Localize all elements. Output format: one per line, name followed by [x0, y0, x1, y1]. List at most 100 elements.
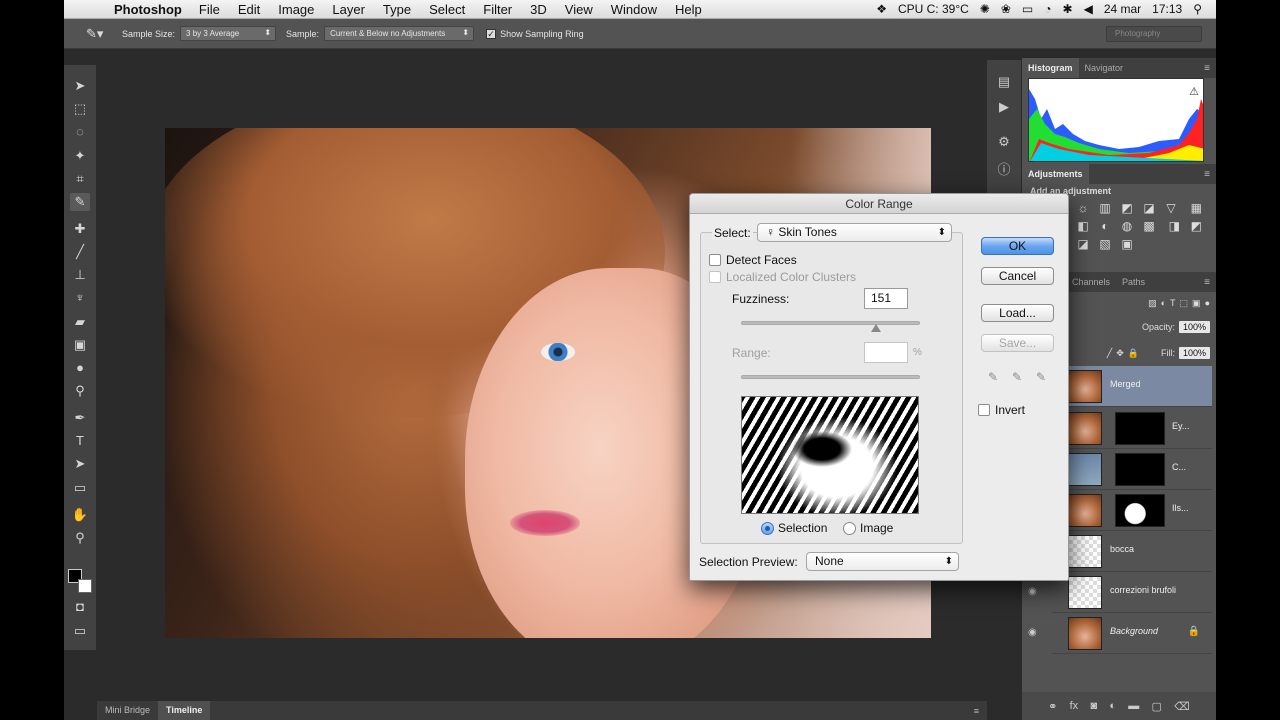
- gradient-tool-icon[interactable]: ▣: [70, 336, 90, 354]
- eyedropper-minus-icon[interactable]: ✎: [1036, 370, 1046, 384]
- menu-file[interactable]: File: [199, 2, 220, 17]
- volume-icon[interactable]: ◀: [1084, 2, 1093, 16]
- localized-clusters-checkbox[interactable]: Localized Color Clusters: [709, 270, 856, 284]
- date-label[interactable]: 24 mar: [1104, 2, 1141, 16]
- shape-tool-icon[interactable]: ▭: [70, 479, 90, 497]
- bw-icon[interactable]: ◐: [1094, 219, 1116, 237]
- photo-filter-icon[interactable]: ◍: [1116, 219, 1138, 237]
- bluetooth-icon[interactable]: ✱: [1063, 2, 1073, 16]
- type-tool-icon[interactable]: T: [70, 432, 90, 450]
- fuzziness-slider-thumb[interactable]: [871, 324, 881, 332]
- fuzziness-slider[interactable]: [741, 321, 920, 325]
- move-tool-icon[interactable]: ➤: [70, 77, 90, 95]
- adjustment-layer-icon[interactable]: ◐: [1109, 700, 1116, 712]
- stamp-tool-icon[interactable]: ⊥: [70, 266, 90, 284]
- menu-select[interactable]: Select: [429, 2, 465, 17]
- properties-icon[interactable]: ⚙: [996, 134, 1012, 150]
- dropbox-icon[interactable]: ❖: [876, 2, 887, 16]
- menu-help[interactable]: Help: [675, 2, 702, 17]
- show-sampling-ring-checkbox[interactable]: ✓ Show Sampling Ring: [486, 28, 584, 39]
- invert-icon[interactable]: ◨: [1163, 219, 1185, 237]
- hand-tool-icon[interactable]: ✋: [70, 506, 90, 524]
- display-icon[interactable]: ▭: [1022, 2, 1033, 16]
- layer-row[interactable]: Merged: [1052, 366, 1212, 407]
- range-slider[interactable]: [741, 375, 920, 379]
- fx-icon[interactable]: fx: [1070, 700, 1079, 712]
- vibrance-icon[interactable]: ▽: [1160, 201, 1182, 219]
- menu-layer[interactable]: Layer: [332, 2, 365, 17]
- layer-row[interactable]: Ils...: [1052, 490, 1212, 531]
- gradient-map-icon[interactable]: ▧: [1094, 237, 1116, 255]
- tab-histogram[interactable]: Histogram: [1022, 58, 1079, 78]
- layer-row[interactable]: ◉ Background 🔒: [1028, 613, 1212, 654]
- save-button[interactable]: Save...: [981, 334, 1054, 352]
- menu-type[interactable]: Type: [383, 2, 411, 17]
- channel-mixer-icon[interactable]: ▩: [1138, 219, 1160, 237]
- threshold-icon[interactable]: ◪: [1072, 237, 1094, 255]
- menu-3d[interactable]: 3D: [530, 2, 547, 17]
- workspace-select[interactable]: Photography: [1106, 25, 1202, 42]
- new-layer-icon[interactable]: ▢: [1152, 700, 1162, 713]
- lasso-tool-icon[interactable]: ◌: [70, 123, 90, 141]
- panel-menu-icon[interactable]: ≡: [1204, 277, 1210, 288]
- layer-row[interactable]: Ey...: [1052, 408, 1212, 449]
- visibility-eye-icon[interactable]: ◉: [1028, 627, 1037, 638]
- range-input[interactable]: [864, 342, 908, 363]
- hue-icon[interactable]: ▦: [1185, 201, 1207, 219]
- filter-toggle-icon[interactable]: ●: [1205, 298, 1210, 308]
- tab-adjustments[interactable]: Adjustments: [1022, 164, 1089, 184]
- trash-icon[interactable]: ⌫: [1174, 700, 1190, 713]
- marquee-tool-icon[interactable]: ⬚: [70, 100, 90, 118]
- eyedropper-tool-icon[interactable]: ✎: [70, 193, 90, 211]
- background-color-swatch[interactable]: [78, 579, 92, 593]
- menu-view[interactable]: View: [565, 2, 593, 17]
- color-balance-icon[interactable]: ◧: [1072, 219, 1094, 237]
- visibility-eye-icon[interactable]: ◉: [1028, 586, 1037, 597]
- curves-icon[interactable]: ◩: [1116, 201, 1138, 219]
- path-select-icon[interactable]: ➤: [70, 455, 90, 473]
- menu-image[interactable]: Image: [278, 2, 314, 17]
- filter-pixel-icon[interactable]: ▨: [1148, 298, 1157, 309]
- eraser-tool-icon[interactable]: ▰: [70, 313, 90, 331]
- dodge-tool-icon[interactable]: ⚲: [70, 382, 90, 400]
- quick-mask-icon[interactable]: ◘: [70, 598, 90, 616]
- filter-adjust-icon[interactable]: ◐: [1161, 298, 1166, 308]
- add-mask-icon[interactable]: ◙: [1090, 700, 1097, 712]
- flash-icon[interactable]: ✺: [980, 2, 990, 16]
- zoom-tool-icon[interactable]: ⚲: [70, 529, 90, 547]
- info-icon[interactable]: ⓘ: [996, 162, 1012, 178]
- detect-faces-checkbox[interactable]: Detect Faces: [709, 253, 797, 267]
- selective-color-icon[interactable]: ▣: [1116, 237, 1138, 255]
- panel-menu-icon[interactable]: ≡: [974, 706, 979, 716]
- link-icon[interactable]: ⚭: [1048, 700, 1057, 713]
- pen-tool-icon[interactable]: ✒: [70, 409, 90, 427]
- tab-mini-bridge[interactable]: Mini Bridge: [97, 701, 158, 720]
- select-dropdown[interactable]: ♀ Skin Tones ⬍: [757, 223, 952, 242]
- selection-preview-dropdown[interactable]: None ⬍: [806, 552, 959, 571]
- fuzziness-input[interactable]: 151: [864, 288, 908, 309]
- exposure-icon[interactable]: ◪: [1138, 201, 1160, 219]
- panel-menu-icon[interactable]: ≡: [1204, 169, 1210, 180]
- load-button[interactable]: Load...: [981, 304, 1054, 322]
- layer-row[interactable]: ◉ correzioni brufoli: [1028, 572, 1212, 613]
- panel-menu-icon[interactable]: ≡: [1204, 63, 1210, 74]
- tab-timeline[interactable]: Timeline: [158, 701, 211, 720]
- actions-play-icon[interactable]: ▶: [996, 99, 1012, 115]
- healing-tool-icon[interactable]: ✚: [70, 220, 90, 238]
- invert-checkbox[interactable]: Invert: [978, 403, 1025, 417]
- sample-size-select[interactable]: 3 by 3 Average: [180, 26, 277, 41]
- brightness-icon[interactable]: ☼: [1072, 201, 1094, 219]
- lock-all-icon[interactable]: 🔒: [1128, 348, 1139, 359]
- group-icon[interactable]: ▬: [1128, 700, 1139, 712]
- warning-icon[interactable]: ⚠: [1189, 85, 1199, 98]
- ok-button[interactable]: OK: [981, 237, 1054, 255]
- tab-navigator[interactable]: Navigator: [1079, 58, 1130, 78]
- screen-mode-icon[interactable]: ▭: [70, 622, 90, 640]
- levels-icon[interactable]: ▥: [1094, 201, 1116, 219]
- layer-row[interactable]: C...: [1052, 449, 1212, 490]
- tab-channels[interactable]: Channels: [1066, 272, 1116, 292]
- filter-smart-icon[interactable]: ▣: [1192, 298, 1201, 309]
- history-brush-icon[interactable]: ♆: [70, 289, 90, 307]
- fill-field[interactable]: 100%: [1178, 347, 1210, 359]
- paw-icon[interactable]: ❀: [1001, 2, 1011, 16]
